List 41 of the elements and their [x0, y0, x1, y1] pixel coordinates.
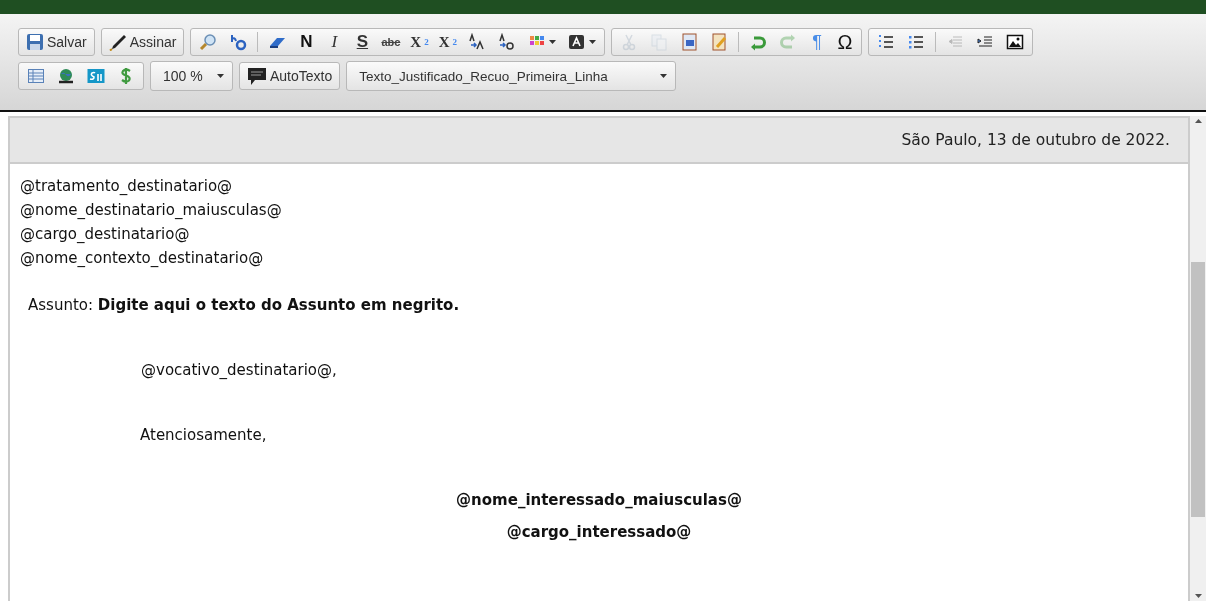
lowercase-icon: [498, 33, 517, 51]
letter-box-icon: [568, 33, 587, 51]
style-dropdown[interactable]: Texto_Justificado_Recuo_Primeira_Linha: [346, 61, 677, 91]
scrollbar[interactable]: [1190, 116, 1206, 601]
sign-button[interactable]: Assinar: [104, 31, 181, 53]
uppercase-icon: [468, 33, 487, 51]
scroll-thumb[interactable]: [1191, 262, 1205, 517]
copy-icon: [650, 33, 669, 51]
bulleted-list-icon: [907, 33, 926, 51]
table-icon: [27, 67, 45, 85]
document-text: @tratamento_destinatario@: [20, 177, 233, 195]
document-text: @nome_interessado_maiusculas@: [456, 491, 742, 509]
save-button[interactable]: Salvar: [22, 31, 91, 53]
document-text: @cargo_destinatario@: [20, 225, 190, 243]
strikethrough-button[interactable]: abc: [377, 31, 405, 53]
special-character-button[interactable]: Ω: [832, 31, 859, 53]
notepad-pencil-icon: [710, 33, 729, 51]
speech-balloon-icon: [247, 66, 267, 86]
zoom-dropdown[interactable]: 100 %: [150, 61, 233, 91]
caret-icon: [589, 40, 597, 44]
document-text: Atenciosamente,: [140, 426, 267, 444]
caret-icon: [549, 40, 557, 44]
caret-icon: [217, 74, 224, 78]
caret-icon: [660, 74, 668, 78]
document-text: Assunto: Digite aqui o texto do Assunto em negrito.: [28, 296, 460, 314]
underline-button[interactable]: S: [349, 31, 376, 53]
scroll-down-icon: [1194, 594, 1202, 598]
italic-button[interactable]: I: [321, 31, 348, 53]
word-document-icon: [680, 33, 699, 51]
search-icon: [199, 33, 218, 51]
document-text: @cargo_interessado@: [506, 523, 692, 541]
pen-icon: [108, 33, 127, 51]
document-text: @nome_contexto_destinatario@: [20, 249, 264, 267]
globe-icon: [57, 67, 75, 85]
date-text: São Paulo, 13 de outubro de 2022.: [901, 131, 1170, 149]
scroll-up-icon: [1194, 119, 1202, 123]
image-icon: [1006, 33, 1025, 51]
document-text: @vocativo_destinatario@,: [141, 361, 337, 379]
autotext-button[interactable]: AutoTexto: [243, 65, 337, 87]
bold-button[interactable]: N: [293, 31, 320, 53]
document-text: @nome_destinatario_maiusculas@: [20, 201, 282, 219]
